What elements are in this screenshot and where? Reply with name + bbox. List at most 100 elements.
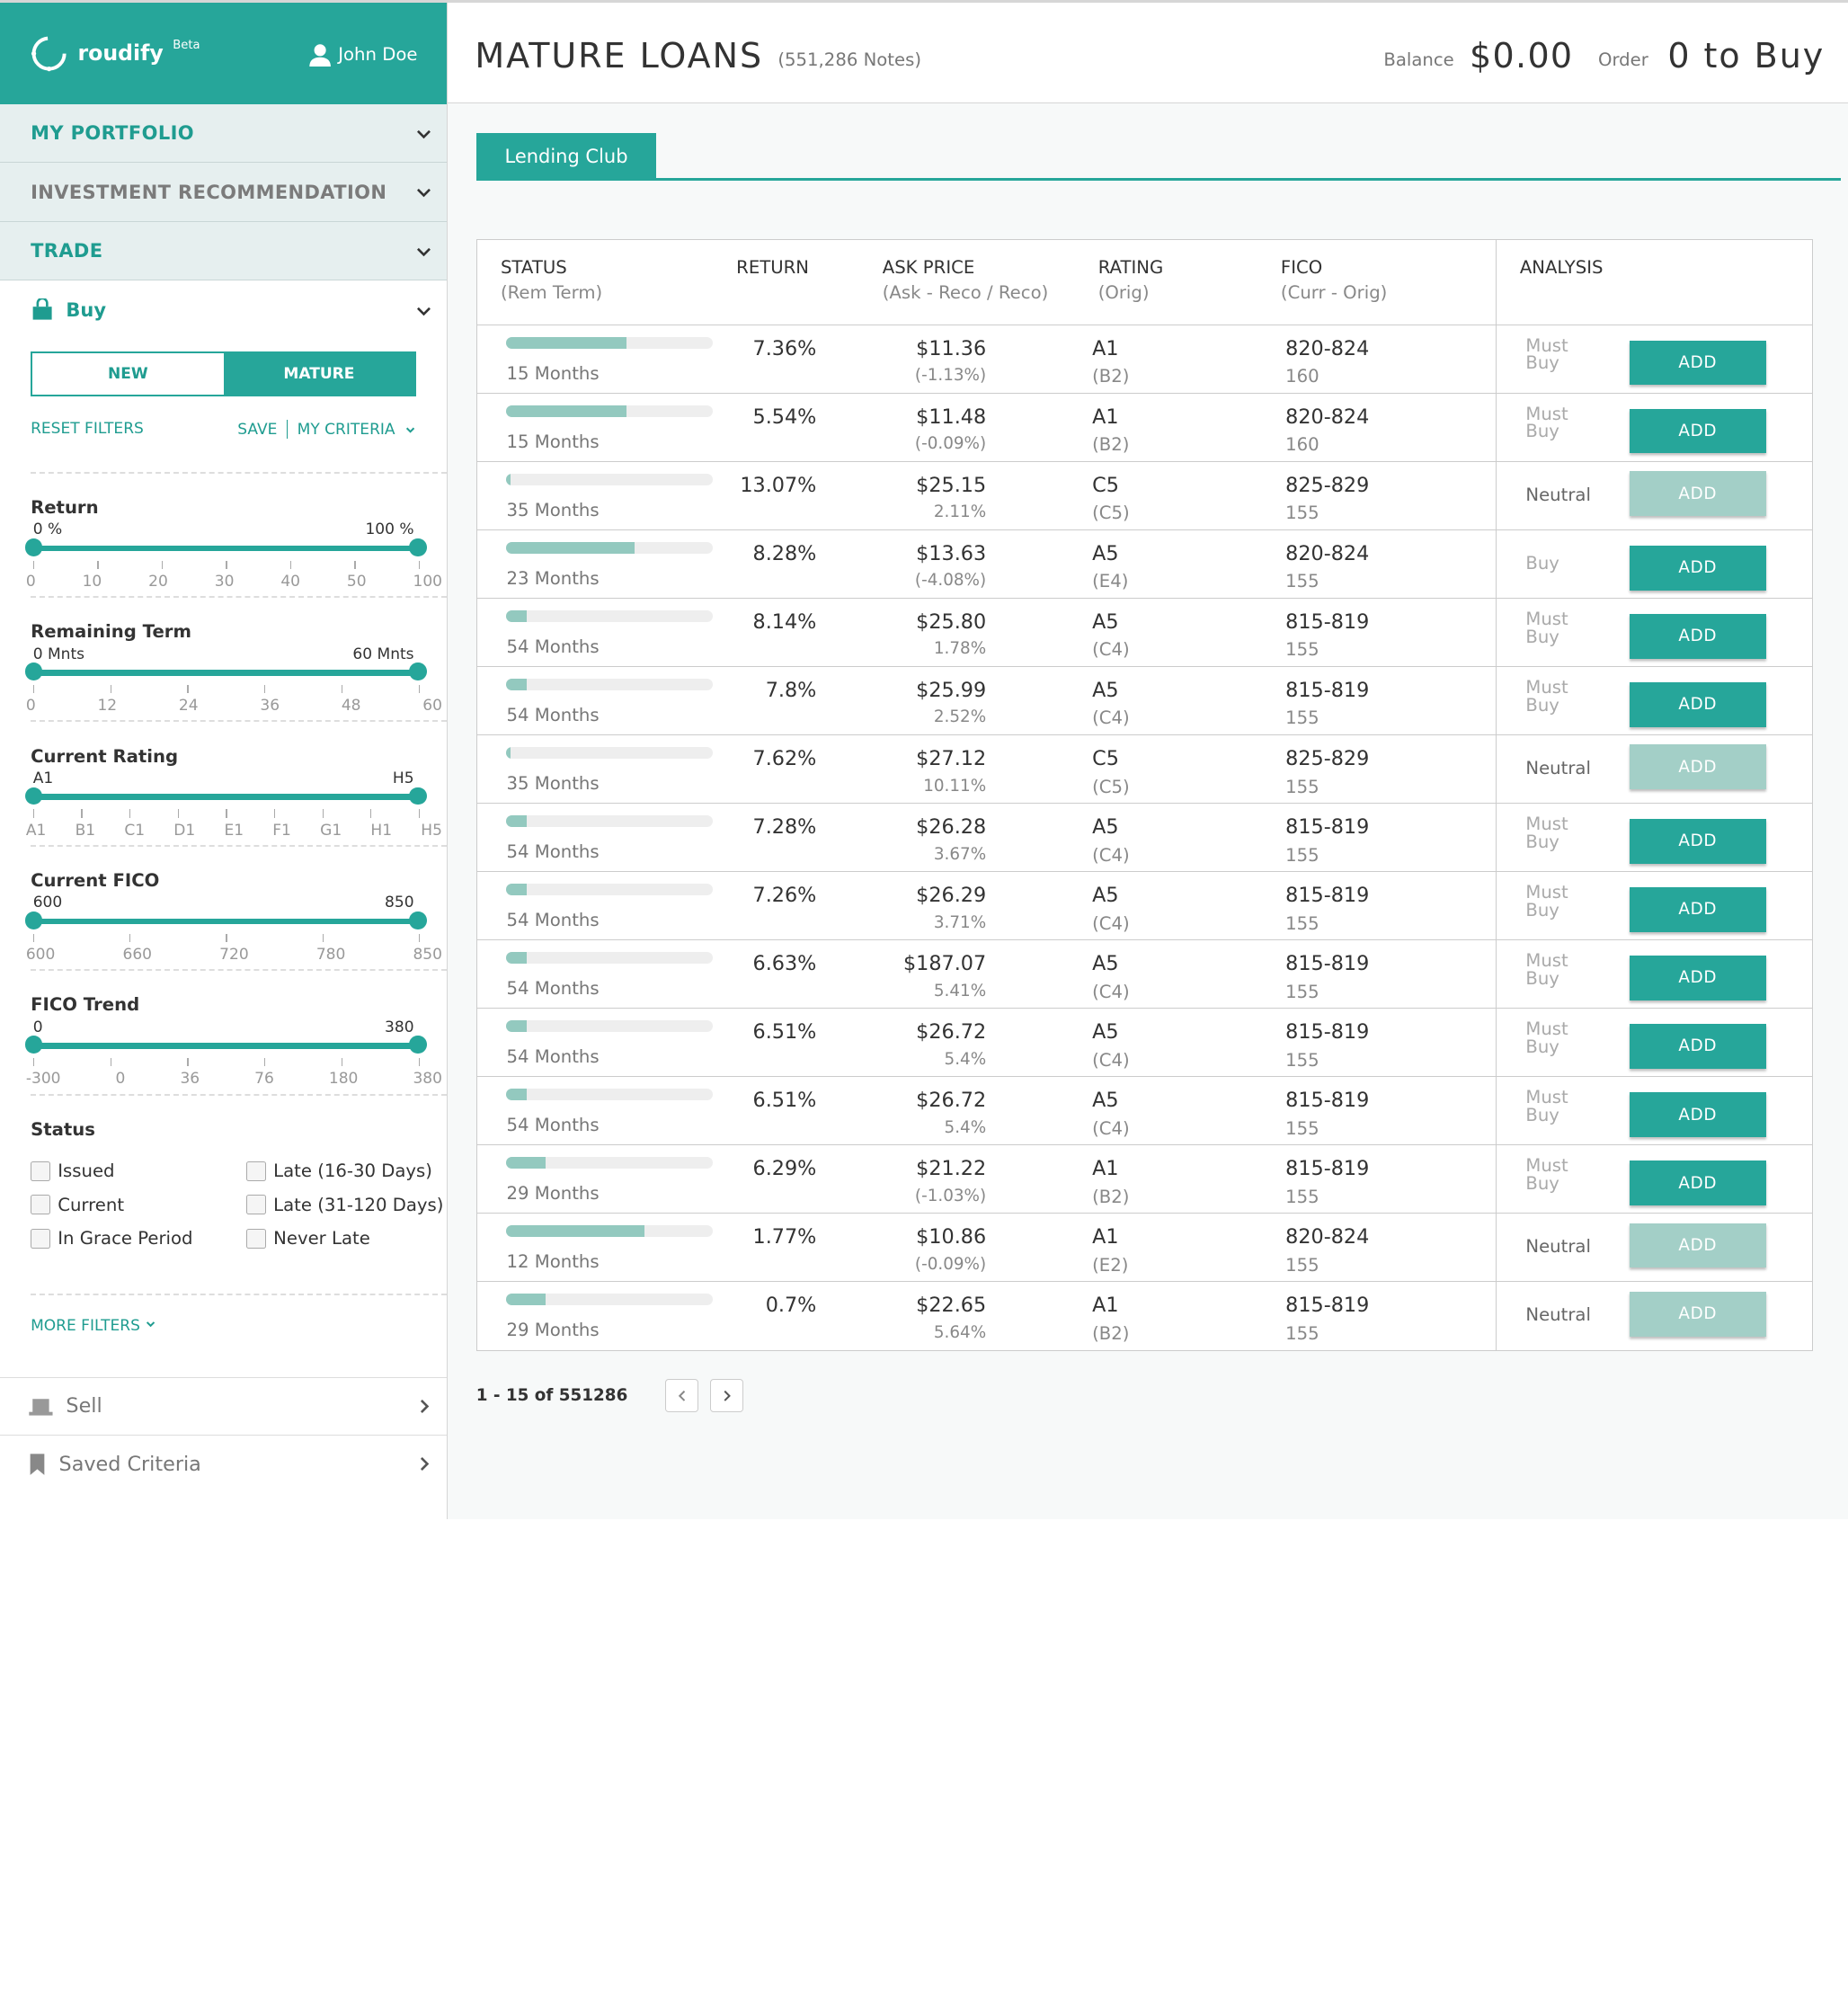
add-button[interactable]: ADD [1629,744,1766,790]
add-button[interactable]: ADD [1629,1223,1766,1268]
toggle-new[interactable]: NEW [32,353,224,395]
add-button[interactable]: ADD [1629,408,1766,454]
slider-tick-label: 380 [413,1070,442,1089]
rating: A5 [1092,952,1119,976]
ask-reco-diff: 5.4% [944,1117,987,1137]
add-button[interactable]: ADD [1629,818,1766,864]
add-button[interactable]: ADD [1629,1161,1766,1205]
my-criteria-link[interactable]: MY CRITERIA [298,421,395,439]
slider-min-handle[interactable] [24,1036,43,1054]
col-status[interactable]: STATUS (Rem Term) [477,240,736,324]
slider-max-handle[interactable] [409,663,427,680]
add-button[interactable]: ADD [1629,886,1766,932]
slider-track[interactable] [32,918,419,925]
slider-min-handle[interactable] [24,787,43,805]
nav-my-portfolio[interactable]: MY PORTFOLIO [0,103,448,164]
col-fico[interactable]: FICO (Curr - Orig) [1281,240,1493,324]
col-return[interactable]: RETURN [736,240,883,324]
chevron-down-icon[interactable] [404,423,416,435]
add-button[interactable]: ADD [1629,956,1766,1000]
col-status-label: STATUS [500,256,567,278]
rating-orig: (C4) [1092,1049,1130,1071]
slider-max-handle[interactable] [409,911,427,929]
status-checkbox[interactable]: Never Late [246,1228,458,1249]
status-cell: 15 Months [477,394,736,461]
status-checkbox[interactable]: Late (16-30 Days) [246,1161,458,1181]
slider-min-handle[interactable] [24,538,43,556]
ask-price: $26.72 [916,1020,987,1045]
slider-tick-label: 36 [180,1070,200,1089]
nav-investment-recommendation[interactable]: INVESTMENT RECOMMENDATION [0,163,448,222]
logo-icon [31,36,67,72]
rating-orig: (B2) [1092,366,1130,387]
ask-price: $187.07 [903,952,987,976]
save-link[interactable]: SAVE [237,421,277,439]
user-menu[interactable]: John Doe [308,43,417,67]
status-checkbox[interactable]: Current [31,1195,246,1215]
ask-price-cell: $26.72 5.4% [816,1009,986,1076]
remaining-term: 35 Months [506,772,600,794]
logo[interactable]: roudify Beta [28,32,200,75]
chevron-down-icon [416,129,431,138]
slider-min-handle[interactable] [24,663,43,680]
add-button[interactable]: ADD [1629,1092,1766,1137]
add-button[interactable]: ADD [1629,681,1766,727]
table-row: 54 Months 6.51% $26.72 5.4% A5 (C4) 815-819 155… [476,1077,1812,1146]
rating: C5 [1092,473,1119,497]
rating-orig: (B2) [1092,434,1130,456]
ask-price-cell: $22.65 5.64% [816,1282,986,1350]
slider-tick [226,809,227,818]
rating-orig: (E2) [1092,1254,1129,1276]
add-button[interactable]: ADD [1629,1291,1766,1337]
slider-max-value: H5 [392,769,414,787]
add-button[interactable]: ADD [1629,340,1766,386]
ask-reco-diff: (-4.08%) [914,571,987,591]
slider-tick [264,685,266,694]
slider-tick [32,685,34,694]
nav-saved-criteria[interactable]: Saved Criteria [0,1435,448,1492]
reset-filters-link[interactable]: RESET FILTERS [31,420,144,439]
user-icon [309,43,332,67]
slider-max-handle[interactable] [409,538,427,556]
checkbox[interactable] [246,1228,267,1249]
checkbox[interactable] [31,1195,51,1215]
slider-max-handle[interactable] [409,1036,427,1054]
tab-lending-club[interactable]: Lending Club [475,133,657,181]
prev-page-button[interactable] [665,1379,698,1412]
nav-buy[interactable]: Buy [0,280,447,340]
more-filters-link[interactable]: MORE FILTERS [0,1295,447,1356]
checkbox[interactable] [246,1161,267,1181]
add-button[interactable]: ADD [1629,471,1766,516]
checkbox[interactable] [31,1161,51,1181]
checkbox[interactable] [246,1195,267,1215]
slider-track[interactable] [32,794,419,800]
nav-sell[interactable]: Sell [0,1376,448,1435]
term-progress-bar [506,609,713,622]
checkbox[interactable] [31,1228,51,1249]
ask-reco-diff: (-1.03%) [914,1186,987,1205]
status-checkbox[interactable]: In Grace Period [31,1228,246,1249]
add-button[interactable]: ADD [1629,1024,1766,1069]
col-analysis[interactable]: ANALYSIS [1495,240,1814,325]
ask-price-cell: $13.63 (-4.08%) [816,530,986,598]
next-page-button[interactable] [710,1379,743,1412]
slider-track[interactable] [32,1043,419,1049]
slider-tick-label: 660 [122,945,153,964]
main-content: Lending Club STATUS (Rem Term) RETURN ASK… [448,103,1848,1520]
col-rating[interactable]: RATING (Orig) [1098,240,1281,324]
slider-max-handle[interactable] [409,787,427,805]
slider-tick-label: 780 [315,945,346,964]
nav-trade[interactable]: TRADE [0,221,448,281]
chevron-down-icon [416,307,431,316]
add-button[interactable]: ADD [1629,545,1766,591]
order-value[interactable]: 0 to Buy [1667,36,1825,76]
status-checkbox[interactable]: Late (31-120 Days) [246,1195,458,1215]
col-ask-price[interactable]: ASK PRICE (Ask - Reco / Reco) [883,240,1098,324]
slider-track[interactable] [32,545,419,552]
slider-ticks [32,933,421,943]
add-button[interactable]: ADD [1629,613,1766,659]
status-checkbox[interactable]: Issued [31,1161,246,1181]
slider-min-handle[interactable] [24,911,43,929]
slider-track[interactable] [32,670,419,676]
toggle-mature[interactable]: MATURE [223,353,415,395]
